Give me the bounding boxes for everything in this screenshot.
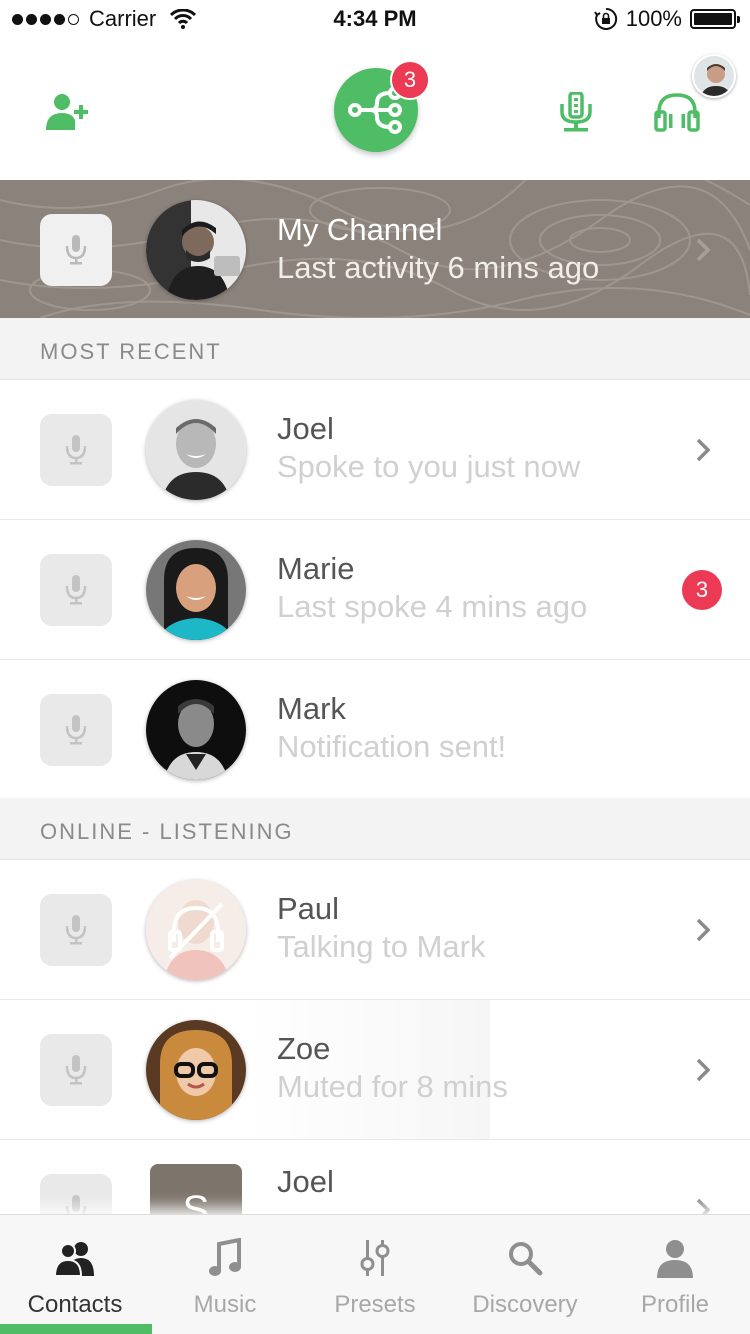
microphone-icon [65,435,87,465]
contact-name: Zoe [277,1031,331,1066]
microphone-icon [65,575,87,605]
contact-name: Joel [277,1164,334,1199]
microphone-button[interactable] [552,84,600,140]
avatar [146,1020,246,1120]
tab-profile[interactable]: Profile [600,1215,750,1334]
person-icon [657,1240,693,1278]
contact-status: Notification sent! [277,729,507,764]
microphone-icon [560,92,592,132]
contacts-icon [54,1242,94,1276]
headphones-button[interactable] [648,84,706,140]
contact-name: Mark [277,691,346,726]
contact-name: Marie [277,551,355,586]
chevron-right-icon [696,238,711,262]
unread-badge: 3 [682,570,722,610]
contact-row-joel[interactable]: Joel Spoke to you just now [0,380,750,520]
contact-status: Talking to Mark [277,929,486,964]
chevron-right-icon [696,438,711,462]
tab-presets[interactable]: Presets [300,1215,450,1334]
battery-percentage: 100% [625,6,682,31]
battery-icon [690,9,740,29]
talk-button[interactable] [40,554,112,626]
tab-label: Contacts [27,1291,123,1318]
avatar [146,400,246,500]
status-bar: Carrier 4:34 PM 100% [0,0,750,40]
section-label: ONLINE - LISTENING [40,819,294,844]
contact-name: Paul [277,891,340,926]
sliders-icon [360,1240,390,1276]
topographic-pattern [0,180,750,318]
tab-bar: Contacts Music Presets Discovery Profile [0,1214,750,1334]
section-label: MOST RECENT [40,339,222,364]
user-avatar[interactable] [692,54,736,98]
active-tab-indicator [0,1324,152,1334]
avatar [146,540,246,640]
channel-title: My Channel [277,212,443,247]
add-person-icon [46,94,88,130]
contact-status: Spoke to you just now [277,449,581,484]
microphone-icon [65,915,87,945]
section-header-online-listening: ONLINE - LISTENING [0,798,750,860]
contact-status: Muted for 8 mins [277,1069,508,1104]
channel-avatar [146,200,246,300]
chevron-right-icon [696,1058,711,1082]
add-contact-button[interactable] [40,84,96,140]
tab-label: Presets [334,1291,416,1318]
status-right: 100% [593,6,740,32]
tab-label: Music [193,1291,257,1318]
tab-label: Profile [640,1291,710,1318]
contact-row-mark[interactable]: Mark Notification sent! [0,660,750,800]
channel-mic-button[interactable] [40,214,112,286]
chevron-right-icon [696,918,711,942]
avatar [146,880,246,980]
my-channel-row[interactable]: My Channel Last activity 6 mins ago [0,180,750,318]
talk-button[interactable] [40,894,112,966]
microphone-icon [65,715,87,745]
tab-discovery[interactable]: Discovery [450,1215,600,1334]
contact-row-zoe[interactable]: Zoe Muted for 8 mins [0,1000,750,1140]
microphone-icon [65,235,87,265]
talk-button[interactable] [40,1034,112,1106]
contact-row-paul[interactable]: Paul Talking to Mark [0,860,750,1000]
talk-button[interactable] [40,694,112,766]
contact-row-marie[interactable]: Marie Last spoke 4 mins ago 3 [0,520,750,660]
section-header-most-recent: MOST RECENT [0,318,750,380]
microphone-icon [65,1055,87,1085]
music-note-icon [209,1238,241,1276]
talk-button[interactable] [40,414,112,486]
headphones-icon [654,93,700,132]
avatar [146,680,246,780]
contact-status: Last spoke 4 mins ago [277,589,588,624]
search-icon [509,1242,543,1276]
top-toolbar: 3 [0,40,750,180]
tab-contacts[interactable]: Contacts [0,1215,150,1334]
channel-subtitle: Last activity 6 mins ago [277,250,600,285]
rotation-lock-icon [593,7,617,30]
tab-label: Discovery [472,1291,578,1318]
tab-music[interactable]: Music [150,1215,300,1334]
notification-badge: 3 [390,60,430,100]
contact-name: Joel [277,411,334,446]
